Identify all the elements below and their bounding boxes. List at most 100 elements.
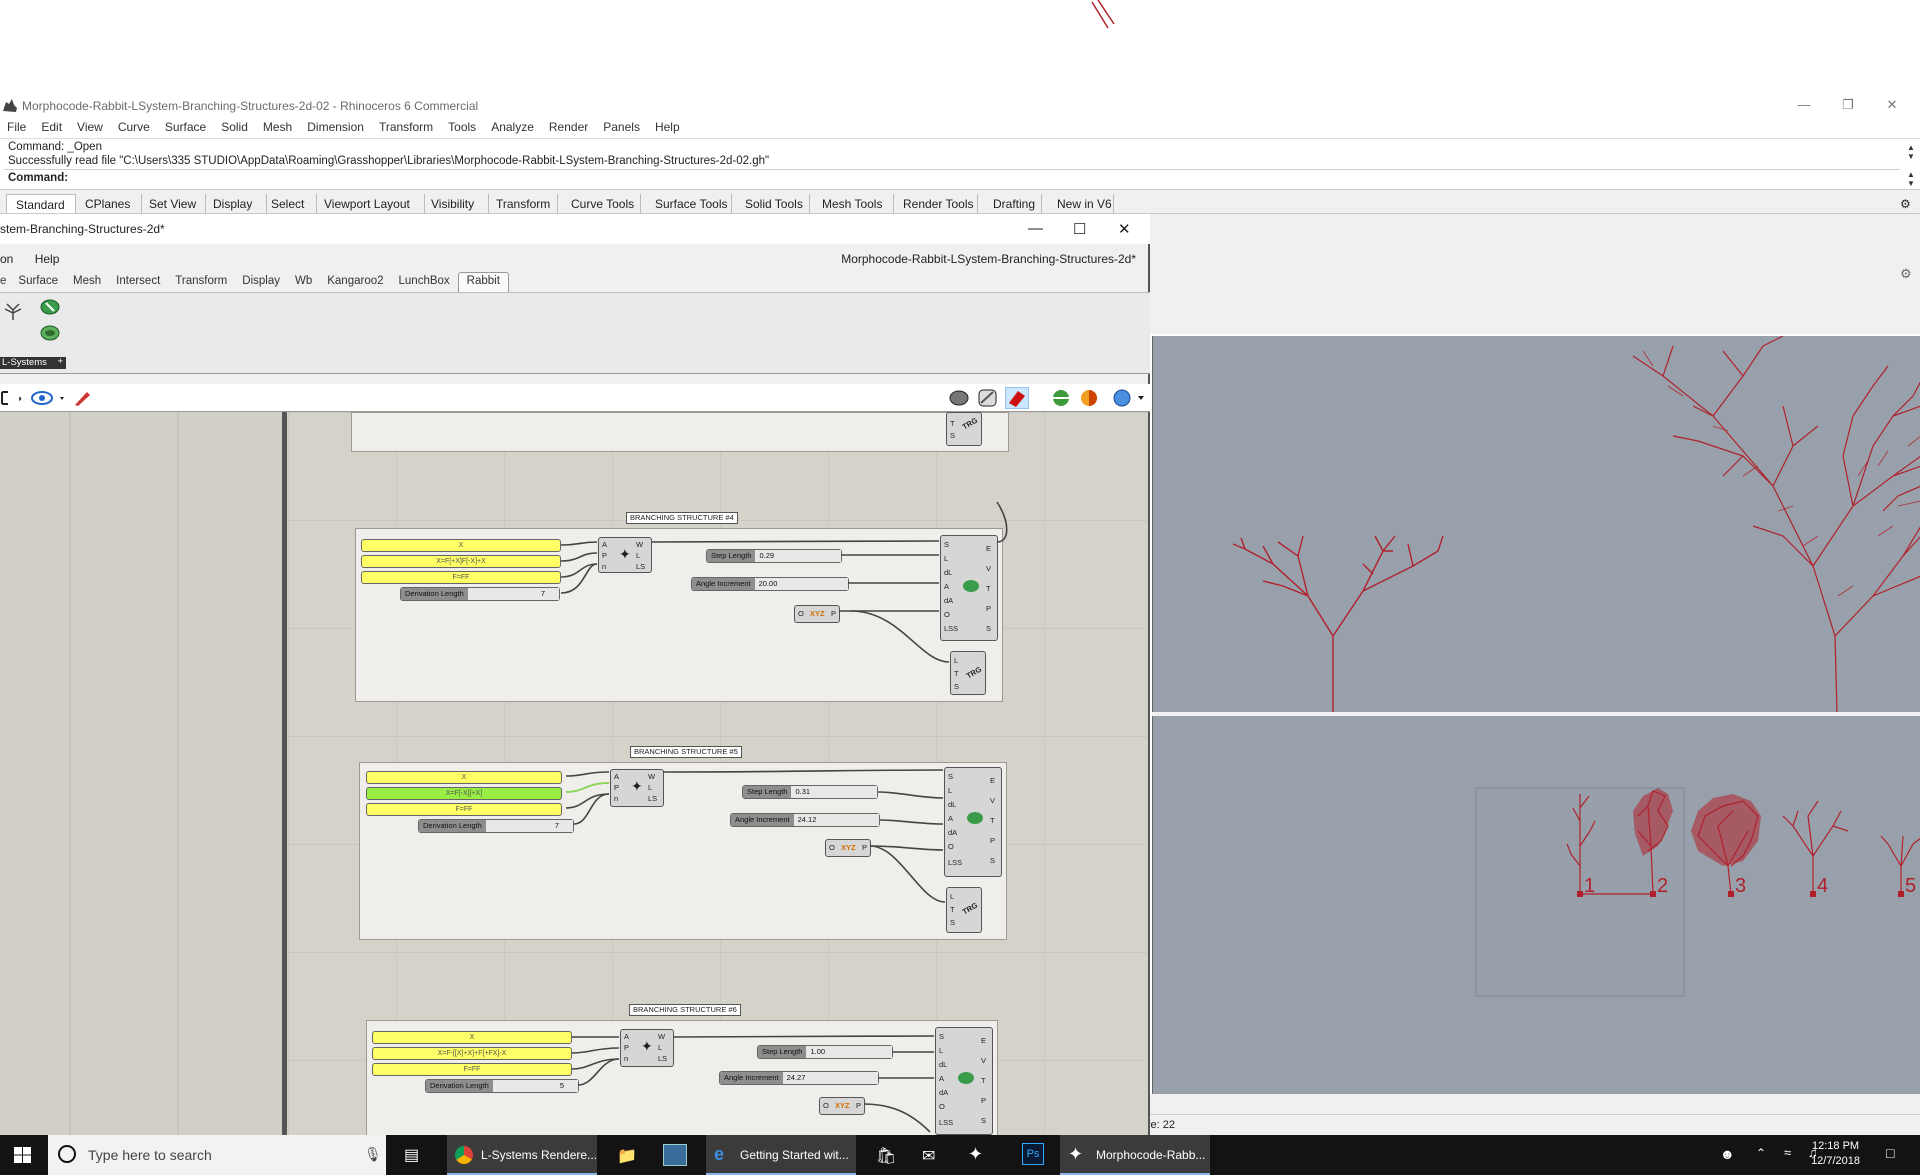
axiom-panel[interactable]: X [372,1031,572,1044]
gear-icon[interactable]: ⚙ [1900,266,1912,282]
rule-panel[interactable]: X=F[-X][+X] [366,787,562,800]
menu-transform[interactable]: Transform [372,118,441,136]
command-scroll-arrows[interactable]: ▲ ▼ ▲ ▼ [1904,143,1918,188]
trg-component[interactable]: LTS TRG [946,887,982,933]
minimize-button[interactable]: — [1782,97,1826,115]
lsystem-tree-icon[interactable] [2,301,24,321]
xyz-point-component[interactable]: O XYZ P [825,839,871,857]
tab-transform[interactable]: Transform [490,194,558,213]
derivation-slider[interactable]: Derivation Length 7 [400,587,560,601]
tab-intersect[interactable]: Intersect [116,272,160,292]
tab-lunchbox[interactable]: LunchBox [399,272,450,292]
notifications-icon[interactable]: □ [1886,1145,1894,1175]
expand-icon[interactable]: + [57,356,63,367]
lsystem-component[interactable]: APn ✦ W L LS [620,1029,674,1067]
angle-increment-slider[interactable]: Angle Increment 24.27 [719,1071,879,1085]
rule-panel[interactable]: F=FF [366,803,562,816]
menu-view[interactable]: View [70,118,111,136]
turtle-component[interactable]: S LdL AdA O LSS EVTPS [935,1027,993,1135]
menu-edit[interactable]: Edit [34,118,70,136]
zoom-extents-icon[interactable] [0,390,24,406]
menu-surface[interactable]: Surface [158,118,214,136]
tab-viewport-layout[interactable]: Viewport Layout [318,194,425,213]
turtle-component[interactable]: S LdL AdA O LSS EVTPS [940,535,998,641]
close-button[interactable]: ✕ [1870,97,1914,115]
derivation-slider[interactable]: Derivation Length 5 [425,1079,579,1093]
rule-panel[interactable]: F=FF [361,571,561,584]
tab-display[interactable]: Display [207,194,267,213]
taskbar-edge[interactable]: e Getting Started wit... [706,1135,856,1175]
menu-dimension[interactable]: Dimension [300,118,372,136]
menu-help[interactable]: Help [35,252,60,266]
custom-preview-icon[interactable] [1050,388,1072,408]
menu-solid[interactable]: Solid [214,118,256,136]
gear-icon[interactable]: ⚙ [1900,194,1911,213]
viewport-bottom[interactable]: 1 2 3 4 5 [1152,716,1920,1094]
tab-transform[interactable]: Transform [175,272,227,292]
tab-surface[interactable]: Surface [18,272,58,292]
step-length-slider[interactable]: Step Length 0.31 [742,785,878,799]
sketch-pen-icon[interactable] [72,388,94,408]
rule-panel[interactable]: X=F[+X]F[-X]+X [361,555,561,568]
mail-icon[interactable]: ✉ [922,1146,935,1175]
taskbar-chrome[interactable]: L-Systems Rendere... [447,1135,597,1175]
tab-display[interactable]: Display [242,272,280,292]
rule-panel[interactable]: F=FF [372,1063,572,1076]
menu-tools[interactable]: Tools [441,118,484,136]
rhino-taskbar-icon[interactable]: ✦ [968,1144,983,1175]
menu-file[interactable]: File [0,118,34,136]
task-view-icon[interactable]: ▤ [404,1145,419,1175]
tab-standard[interactable]: Standard [6,194,76,213]
step-length-slider[interactable]: Step Length 1.00 [757,1045,893,1059]
chevron-up-icon[interactable]: ⌃ [1756,1146,1766,1175]
menu-partial[interactable]: on [0,252,13,266]
tab-kangaroo2[interactable]: Kangaroo2 [327,272,383,292]
rule-panel[interactable]: X=F-[[X]+X]+F[+FX]-X [372,1047,572,1060]
tab-mesh-tools[interactable]: Mesh Tools [811,194,894,213]
tab-wb[interactable]: Wb [295,272,312,292]
taskbar-clock[interactable]: 12:18 PM 12/7/2018 [1811,1139,1860,1169]
restore-button[interactable]: ❐ [1826,97,1870,115]
material-preview-icon[interactable] [1078,388,1100,408]
taskbar-search[interactable]: Type here to search 🎙 [48,1135,386,1175]
menu-curve[interactable]: Curve [111,118,158,136]
angle-increment-slider[interactable]: Angle Increment 20.00 [691,577,849,591]
group-branching-4[interactable]: X X=F[+X]F[-X]+X F=FF Derivation Length 7… [355,528,1003,702]
windows-start-icon[interactable] [14,1147,32,1164]
tab-solid-tools[interactable]: Solid Tools [733,194,810,213]
trg-component[interactable]: LTS TRG [950,651,986,695]
microphone-icon[interactable]: 🎙 [364,1146,382,1163]
tab-partial[interactable]: e [0,272,6,292]
group-partial[interactable] [351,412,1009,452]
tab-drafting[interactable]: Drafting [979,194,1042,213]
photoshop-icon[interactable]: Ps [1022,1143,1044,1165]
display-mode-icon[interactable] [1112,388,1146,408]
preview-selected-icon[interactable] [1005,387,1029,409]
menu-analyze[interactable]: Analyze [484,118,542,136]
turtle-component[interactable]: S LdL AdA O LSS EVTPS [944,767,1002,877]
tab-select[interactable]: Select [268,194,317,213]
command-prompt[interactable]: Command: [8,172,68,184]
lsystem-component[interactable]: APn ✦ W L LS [610,769,664,807]
tab-visibility[interactable]: Visibility [426,194,489,213]
tab-new-in-v6[interactable]: New in V6 [1043,194,1114,213]
document-name[interactable]: Morphocode-Rabbit-LSystem-Branching-Stru… [841,252,1136,266]
xyz-point-component[interactable]: O XYZ P [819,1097,865,1115]
tab-rabbit[interactable]: Rabbit [457,272,509,292]
tab-render-tools[interactable]: Render Tools [895,194,978,213]
menu-render[interactable]: Render [542,118,596,136]
grasshopper-canvas[interactable]: TS TRG BRANCHING STRUCTURE #4 X X=F[+X]F… [0,412,1148,1136]
taskbar-rhino[interactable]: ✦ Morphocode-Rabb... [1060,1135,1210,1175]
turtle-icon[interactable] [38,297,62,317]
turtle-green-icon[interactable] [38,323,62,343]
trg-component[interactable]: TS TRG [946,412,982,446]
tab-mesh[interactable]: Mesh [73,272,101,292]
group-branching-5[interactable]: X X=F[-X][+X] F=FF Derivation Length 7 AP… [359,762,1007,940]
wifi-icon[interactable]: ≈ [1784,1145,1791,1175]
menu-help[interactable]: Help [648,118,688,136]
tab-cplanes[interactable]: CPlanes [77,194,142,213]
group-branching-6[interactable]: X X=F-[[X]+X]+F[+FX]-X F=FF Derivation L… [366,1020,998,1136]
minimize-button[interactable]: — [1028,220,1043,237]
preview-shaded-icon[interactable] [977,388,999,408]
menu-panels[interactable]: Panels [596,118,648,136]
